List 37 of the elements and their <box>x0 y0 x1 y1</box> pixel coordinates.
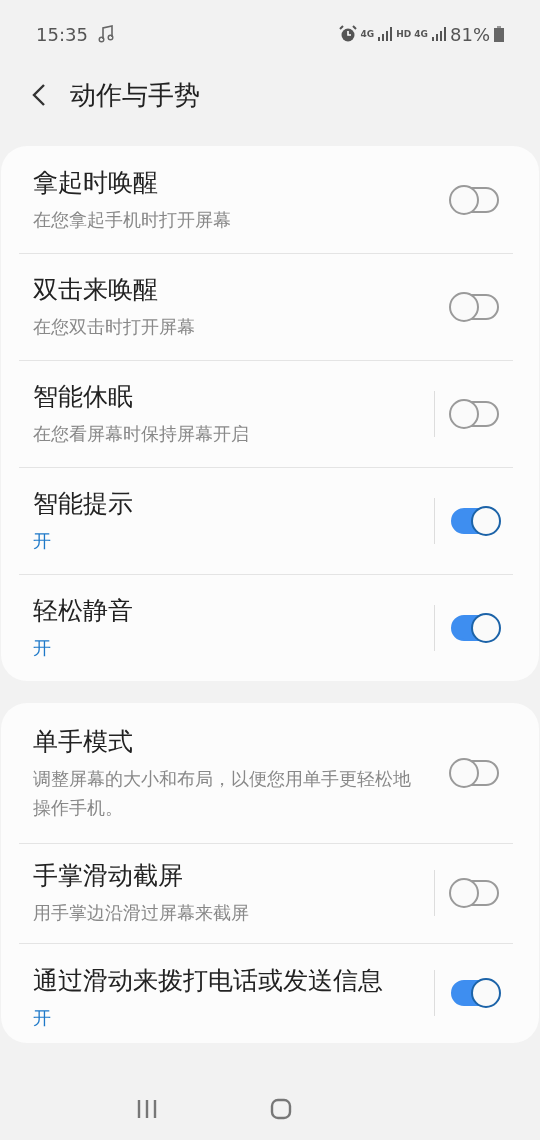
setting-title[interactable]: 双击来唤醒 <box>33 271 415 307</box>
toggle-switch[interactable] <box>451 507 499 534</box>
setting-description: 调整屏幕的大小和布局，以便您用单手更轻松地操作手机。 <box>33 766 412 820</box>
signal-icon <box>378 27 393 41</box>
setting-description: 开 <box>33 635 52 660</box>
battery-icon <box>494 26 504 42</box>
page-title: 动作与手势 <box>70 78 200 112</box>
home-icon[interactable] <box>270 1098 292 1120</box>
setting-description: 开 <box>33 1006 52 1031</box>
status-time: 15:35 <box>36 23 88 45</box>
battery-percent: 81% <box>450 23 490 45</box>
setting-title[interactable]: 拿起时唤醒 <box>33 164 415 200</box>
setting-title[interactable]: 通过滑动来拨打电话或发送信息 <box>33 963 415 999</box>
toggle-switch[interactable] <box>451 614 499 641</box>
recent-apps-icon[interactable] <box>136 1099 158 1119</box>
setting-title[interactable]: 轻松静音 <box>33 592 415 628</box>
network-label: HD 4G <box>396 29 428 39</box>
setting-title[interactable]: 智能休眠 <box>33 378 415 414</box>
setting-description: 在您看屏幕时保持屏幕开启 <box>33 421 250 446</box>
setting-title[interactable]: 手掌滑动截屏 <box>33 858 415 894</box>
music-note-icon <box>97 25 114 43</box>
alarm-icon <box>338 25 357 43</box>
back-icon[interactable] <box>30 82 48 108</box>
setting-description: 在您拿起手机时打开屏幕 <box>33 207 232 232</box>
setting-description: 在您双击时打开屏幕 <box>33 314 196 339</box>
setting-title[interactable]: 单手模式 <box>33 723 415 759</box>
network-label: 4G <box>360 29 375 39</box>
toggle-switch[interactable] <box>451 400 499 427</box>
toggle-switch[interactable] <box>451 186 499 213</box>
setting-title[interactable]: 智能提示 <box>33 485 415 521</box>
signal-icon <box>432 27 446 41</box>
toggle-switch[interactable] <box>451 880 499 906</box>
toggle-switch[interactable] <box>451 760 499 786</box>
setting-description: 开 <box>33 528 52 553</box>
toggle-switch[interactable] <box>451 293 499 320</box>
toggle-switch[interactable] <box>451 980 499 1006</box>
setting-description: 用手掌边沿滑过屏幕来截屏 <box>33 901 250 926</box>
